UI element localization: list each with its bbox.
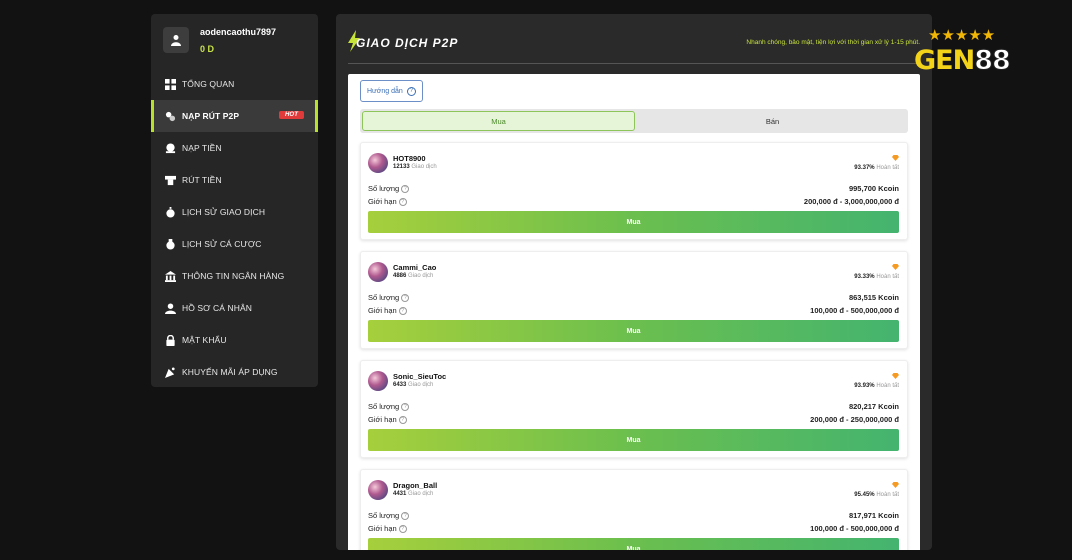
seller-avatar [368,480,388,500]
buy-sell-tabs: Mua Bán [360,109,908,133]
sidebar-item-bet-history[interactable]: LỊCH SỬ CÁ CƯỢC [151,228,318,260]
limit-row: Giới hạn? 200,000 đ - 250,000,000 đ [368,415,899,425]
username: aodencaothu7897 [200,26,277,37]
page: aodencaothu7897 0 D TỔNG QUAN NẠP RÚT P2… [0,0,1072,560]
sidebar-item-bank-info[interactable]: THÔNG TIN NGÂN HÀNG [151,260,318,292]
diamond-icon [892,155,899,161]
sidebar-item-label: LỊCH SỬ CÁ CƯỢC [182,239,262,249]
seller-avatar [368,371,388,391]
seller-avatar [368,262,388,282]
guide-label: Hướng dẫn [367,87,403,95]
hot-badge: HOT [279,111,304,119]
user-panel: aodencaothu7897 0 D [151,14,318,66]
trade-count: 12133 Giao dịch [393,164,437,170]
user-icon [171,35,181,46]
help-icon: ? [398,525,407,534]
sidebar-item-label: KHUYẾN MÃI ÁP DỤNG [182,367,278,377]
help-icon: ? [401,185,410,194]
sidebar-item-label: RÚT TIỀN [182,175,222,185]
buy-button[interactable]: Mua [368,320,899,342]
limit-row: Giới hạn? 200,000 đ - 3,000,000,000 đ [368,197,899,207]
limit-row: Giới hạn? 100,000 đ - 500,000,000 đ [368,306,899,316]
bet-history-icon [166,238,175,250]
qty-row: Số lượng? 995,700 Kcoin [368,184,899,194]
diamond-icon [892,482,899,488]
withdraw-icon [165,175,176,185]
sidebar-item-profile[interactable]: HỒ SƠ CÁ NHÂN [151,292,318,324]
sidebar-item-label: NẠP RÚT P2P [182,111,240,121]
buy-button[interactable]: Mua [368,211,899,233]
seller-avatar [368,153,388,173]
brand-logo: ★★★★★ GEN88 [914,28,1050,88]
p2p-main: GIAO DỊCH P2P Nhanh chóng, bảo mật, tiện… [336,14,932,550]
sidebar-item-p2p[interactable]: NẠP RÚT P2P HOT [151,100,318,132]
offer-card: Dragon_Ball 4431 Giao dịch 95.45% Hoàn t… [360,469,908,550]
trade-count: 4431 Giao dịch [393,491,434,497]
deposit-icon [165,142,176,153]
sidebar-item-label: NẠP TIỀN [182,143,222,153]
completion-rate: 93.93% Hoàn tất [854,383,899,389]
sidebar-item-password[interactable]: MẬT KHẨU [151,324,318,356]
sidebar: aodencaothu7897 0 D TỔNG QUAN NẠP RÚT P2… [151,14,318,387]
promo-icon [165,366,175,378]
buy-button[interactable]: Mua [368,538,899,550]
offers-panel: Hướng dẫn ? Mua Bán HOT8900 12133 Giao d… [348,74,920,550]
help-icon: ? [398,307,407,316]
sidebar-item-transaction-history[interactable]: LỊCH SỬ GIAO DỊCH [151,196,318,228]
sidebar-item-label: LỊCH SỬ GIAO DỊCH [182,207,266,217]
seller-name: Dragon_Ball [393,481,438,490]
sidebar-item-overview[interactable]: TỔNG QUAN [151,68,318,100]
tab-buy[interactable]: Mua [362,111,635,131]
page-subtitle: Nhanh chóng, bảo mật, tiện lợi với thời … [746,39,920,46]
avatar[interactable] [163,27,189,53]
qty-row: Số lượng? 817,971 Kcoin [368,511,899,521]
seller-name: Cammi_Cao [393,263,437,272]
completion-rate: 95.45% Hoàn tất [854,492,899,498]
rating-stars: ★★★★★ [928,27,996,44]
limit-row: Giới hạn? 100,000 đ - 500,000,000 đ [368,524,899,534]
sidebar-item-label: TỔNG QUAN [182,79,235,89]
help-icon: ? [398,198,407,207]
buy-button[interactable]: Mua [368,429,899,451]
bank-icon [165,270,176,282]
help-icon: ? [401,512,410,521]
completion-rate: 93.37% Hoàn tất [854,165,899,171]
main-header: GIAO DỊCH P2P Nhanh chóng, bảo mật, tiện… [348,14,920,64]
sidebar-menu: TỔNG QUAN NẠP RÚT P2P HOT NẠP TIỀN RÚT T… [151,68,318,388]
brand-wordmark: GEN88 [914,45,1011,77]
seller-name: Sonic_SieuToc [393,372,447,381]
sidebar-item-label: HỒ SƠ CÁ NHÂN [182,303,252,313]
user-balance: 0 D [200,43,215,54]
sidebar-item-label: THÔNG TIN NGÂN HÀNG [182,271,285,281]
grid-icon [165,78,176,90]
qty-row: Số lượng? 820,217 Kcoin [368,402,899,412]
exchange-icon [165,111,176,121]
tab-sell[interactable]: Bán [637,109,908,133]
sidebar-item-label: MẬT KHẨU [182,335,227,345]
page-title: GIAO DỊCH P2P [356,36,459,50]
offer-card: Sonic_SieuToc 6433 Giao dịch 93.93% Hoàn… [360,360,908,458]
history-icon [166,206,175,218]
profile-icon [165,302,176,314]
offer-card: HOT8900 12133 Giao dịch 93.37% Hoàn tất … [360,142,908,240]
sidebar-item-promotions[interactable]: KHUYẾN MÃI ÁP DỤNG [151,356,318,388]
help-icon: ? [398,416,407,425]
offer-card: Cammi_Cao 4886 Giao dịch 93.33% Hoàn tất… [360,251,908,349]
help-icon: ? [406,86,416,96]
lock-icon [166,334,175,346]
trade-count: 4886 Giao dịch [393,273,434,279]
trade-count: 6433 Giao dịch [393,382,434,388]
diamond-icon [892,373,899,379]
qty-row: Số lượng? 863,515 Kcoin [368,293,899,303]
seller-name: HOT8900 [393,154,426,163]
help-icon: ? [401,403,410,412]
diamond-icon [892,264,899,270]
sidebar-item-deposit[interactable]: NẠP TIỀN [151,132,318,164]
help-icon: ? [401,294,410,303]
guide-button[interactable]: Hướng dẫn ? [360,80,423,102]
completion-rate: 93.33% Hoàn tất [854,274,899,280]
sidebar-item-withdraw[interactable]: RÚT TIỀN [151,164,318,196]
